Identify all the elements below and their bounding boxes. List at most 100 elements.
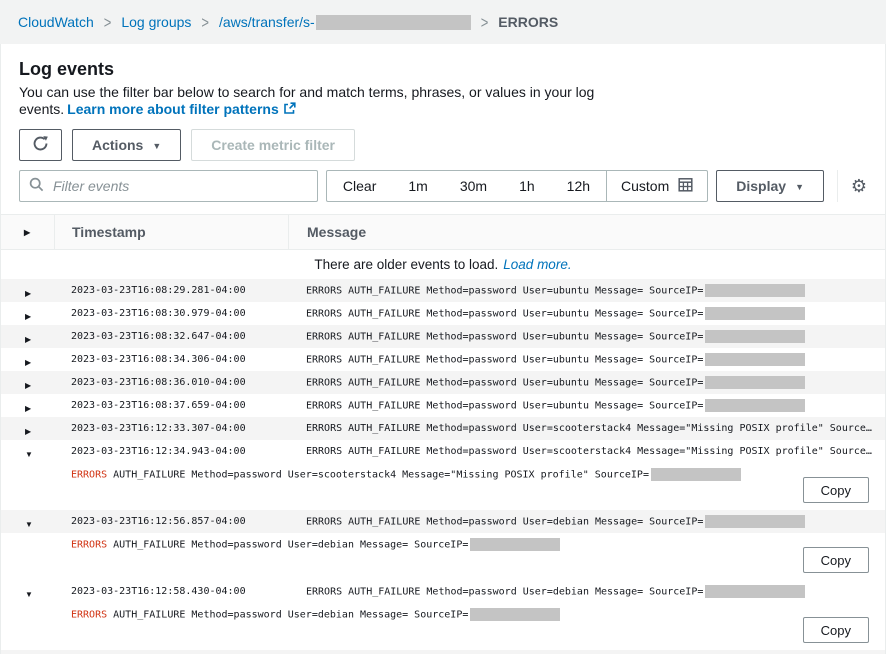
log-event-detail: ERRORS AUTH_FAILURE Method=password User…: [1, 533, 885, 580]
learn-more-link[interactable]: Learn more about filter patterns: [67, 101, 296, 117]
redacted-source-ip: [470, 538, 560, 551]
custom-range-button[interactable]: Custom: [607, 177, 707, 195]
refresh-button[interactable]: [19, 129, 62, 161]
log-event-row[interactable]: ▶ 2023-03-23T16:12:33.307-04:00 ERRORS A…: [1, 417, 885, 440]
log-message: ERRORS AUTH_FAILURE Method=password User…: [288, 585, 885, 598]
log-event-row[interactable]: ▼ 2023-03-23T16:12:56.857-04:00 ERRORS A…: [1, 510, 885, 533]
expand-row-icon[interactable]: ▶: [25, 335, 31, 344]
expand-row-icon[interactable]: ▼: [25, 450, 33, 459]
older-events-text: There are older events to load.: [314, 257, 498, 272]
log-message: ERRORS AUTH_FAILURE Method=password User…: [288, 330, 885, 343]
expand-row-icon[interactable]: ▶: [25, 312, 31, 321]
log-timestamp: 2023-03-23T16:08:36.010-04:00: [54, 377, 288, 388]
log-event-row[interactable]: ▶ 2023-03-23T16:13:00.106-04:00 ERRORS A…: [1, 650, 885, 654]
chevron-right-icon: >: [201, 13, 209, 32]
range-1m-button[interactable]: 1m: [392, 171, 443, 201]
log-event-row[interactable]: ▼ 2023-03-23T16:12:34.943-04:00 ERRORS A…: [1, 440, 885, 463]
gear-icon: ⚙: [851, 176, 867, 196]
log-timestamp: 2023-03-23T16:12:34.943-04:00: [54, 446, 288, 457]
log-event-detail: ERRORS AUTH_FAILURE Method=password User…: [1, 463, 885, 510]
redacted-source-ip: [705, 284, 805, 297]
redacted-source-ip: [705, 515, 805, 528]
log-event-row[interactable]: ▼ 2023-03-23T16:12:58.430-04:00 ERRORS A…: [1, 580, 885, 603]
create-metric-filter-button[interactable]: Create metric filter: [191, 129, 355, 161]
log-message: ERRORS AUTH_FAILURE Method=password User…: [288, 515, 885, 528]
calendar-icon: [678, 177, 693, 195]
breadcrumb-log-group-link[interactable]: /aws/transfer/s-: [219, 14, 471, 31]
expand-row-icon[interactable]: ▶: [25, 404, 31, 413]
breadcrumb: CloudWatch > Log groups > /aws/transfer/…: [0, 0, 886, 44]
log-message: ERRORS AUTH_FAILURE Method=password User…: [288, 284, 885, 297]
log-timestamp: 2023-03-23T16:08:29.281-04:00: [54, 285, 288, 296]
log-message: ERRORS AUTH_FAILURE Method=password User…: [288, 376, 885, 389]
caret-down-icon: ▼: [795, 183, 804, 192]
actions-button[interactable]: Actions▼: [72, 129, 181, 161]
redacted-log-group-name: [316, 15, 471, 30]
range-30m-button[interactable]: 30m: [444, 171, 503, 201]
column-header-message: Message: [288, 215, 885, 249]
redacted-source-ip: [705, 307, 805, 320]
chevron-right-icon: >: [104, 13, 112, 32]
redacted-source-ip: [705, 399, 805, 412]
log-rows: ▶ 2023-03-23T16:08:29.281-04:00 ERRORS A…: [1, 279, 885, 654]
log-timestamp: 2023-03-23T16:08:30.979-04:00: [54, 308, 288, 319]
expand-row-icon[interactable]: ▼: [25, 590, 33, 599]
breadcrumb-log-groups-link[interactable]: Log groups: [121, 14, 191, 30]
search-icon: [29, 177, 44, 195]
expand-all-icon[interactable]: ▶: [24, 228, 30, 237]
log-event-row[interactable]: ▶ 2023-03-23T16:08:29.281-04:00 ERRORS A…: [1, 279, 885, 302]
log-timestamp: 2023-03-23T16:12:33.307-04:00: [54, 423, 288, 434]
page-title: Log events: [19, 58, 867, 80]
redacted-source-ip: [705, 330, 805, 343]
log-event-detail: ERRORS AUTH_FAILURE Method=password User…: [1, 603, 885, 650]
page-description: You can use the filter bar below to sear…: [19, 84, 867, 119]
expand-row-icon[interactable]: ▼: [25, 520, 33, 529]
log-events-panel: Log events You can use the filter bar be…: [0, 44, 886, 654]
range-1h-button[interactable]: 1h: [503, 171, 551, 201]
toolbar: Actions▼ Create metric filter: [19, 129, 867, 161]
log-detail-text: ERRORS AUTH_FAILURE Method=password User…: [71, 608, 885, 621]
log-timestamp: 2023-03-23T16:08:32.647-04:00: [54, 331, 288, 342]
log-event-row[interactable]: ▶ 2023-03-23T16:08:37.659-04:00 ERRORS A…: [1, 394, 885, 417]
expand-row-icon[interactable]: ▶: [25, 427, 31, 436]
expand-row-icon[interactable]: ▶: [25, 289, 31, 298]
time-range-group: Clear 1m 30m 1h 12h Custom: [326, 170, 708, 202]
settings-button[interactable]: ⚙: [851, 177, 867, 195]
table-header: ▶ Timestamp Message: [1, 214, 885, 250]
log-group-name: /aws/transfer/s-: [219, 14, 315, 30]
clear-range-button[interactable]: Clear: [327, 171, 392, 201]
expand-row-icon[interactable]: ▶: [25, 358, 31, 367]
breadcrumb-current-stream: ERRORS: [498, 14, 558, 30]
divider: [837, 170, 838, 202]
load-more-link[interactable]: Load more.: [503, 257, 571, 272]
redacted-source-ip: [651, 468, 741, 481]
log-event-row[interactable]: ▶ 2023-03-23T16:08:32.647-04:00 ERRORS A…: [1, 325, 885, 348]
column-header-timestamp: Timestamp: [54, 215, 288, 249]
range-12h-button[interactable]: 12h: [551, 171, 606, 201]
log-events-table: ▶ Timestamp Message There are older even…: [1, 214, 885, 654]
filter-bar: Clear 1m 30m 1h 12h Custom Display▼ ⚙: [19, 170, 867, 202]
log-event-row[interactable]: ▶ 2023-03-23T16:08:30.979-04:00 ERRORS A…: [1, 302, 885, 325]
redacted-source-ip: [705, 376, 805, 389]
log-detail-text: ERRORS AUTH_FAILURE Method=password User…: [71, 538, 885, 551]
display-button[interactable]: Display▼: [716, 170, 824, 202]
log-message: ERRORS AUTH_FAILURE Method=password User…: [288, 307, 885, 320]
expand-row-icon[interactable]: ▶: [25, 381, 31, 390]
log-message: ERRORS AUTH_FAILURE Method=password User…: [288, 353, 885, 366]
log-message: ERRORS AUTH_FAILURE Method=password User…: [288, 446, 885, 457]
copy-button[interactable]: Copy: [803, 617, 869, 643]
redacted-source-ip: [705, 585, 805, 598]
filter-events-searchbox[interactable]: [19, 170, 318, 202]
copy-button[interactable]: Copy: [803, 477, 869, 503]
breadcrumb-cloudwatch-link[interactable]: CloudWatch: [18, 14, 94, 30]
log-event-row[interactable]: ▶ 2023-03-23T16:08:36.010-04:00 ERRORS A…: [1, 371, 885, 394]
older-events-row: There are older events to load. Load mor…: [1, 250, 885, 279]
chevron-right-icon: >: [481, 13, 489, 32]
log-event-row[interactable]: ▶ 2023-03-23T16:08:34.306-04:00 ERRORS A…: [1, 348, 885, 371]
copy-button[interactable]: Copy: [803, 547, 869, 573]
log-timestamp: 2023-03-23T16:08:37.659-04:00: [54, 400, 288, 411]
redacted-source-ip: [705, 353, 805, 366]
log-timestamp: 2023-03-23T16:12:56.857-04:00: [54, 516, 288, 527]
log-detail-text: ERRORS AUTH_FAILURE Method=password User…: [71, 468, 885, 481]
filter-events-input[interactable]: [51, 177, 308, 195]
